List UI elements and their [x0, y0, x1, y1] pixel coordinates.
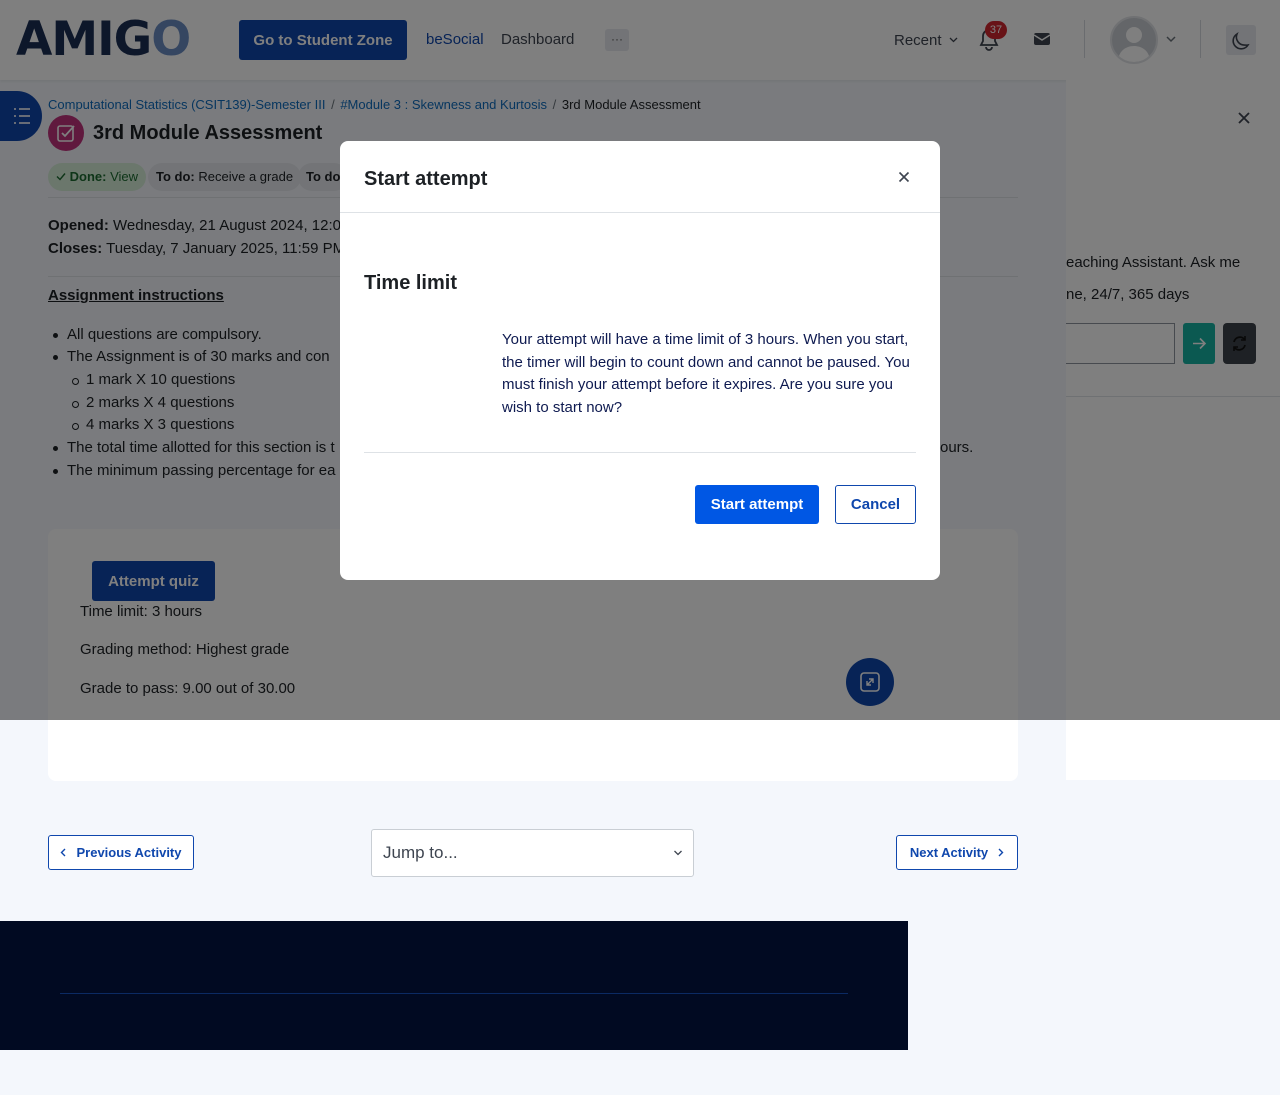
previous-activity-label: Previous Activity	[76, 845, 182, 860]
modal-header-divider	[340, 212, 940, 213]
modal-title: Start attempt	[364, 168, 488, 190]
next-activity-label: Next Activity	[909, 845, 989, 860]
chevron-left-icon	[60, 848, 66, 857]
modal-footer-divider	[364, 452, 916, 453]
modal-subtitle: Time limit	[364, 272, 457, 294]
page-footer	[0, 921, 908, 1050]
jump-to-placeholder: Jump to...	[383, 843, 458, 862]
footer-divider	[60, 993, 848, 994]
start-attempt-modal: Start attempt Time limit Your attempt wi…	[340, 141, 940, 580]
cancel-button[interactable]: Cancel	[835, 485, 916, 524]
close-icon[interactable]	[897, 170, 911, 184]
chevron-right-icon	[998, 848, 1004, 857]
next-activity-button[interactable]: Next Activity	[896, 835, 1018, 870]
previous-activity-button[interactable]: Previous Activity	[48, 835, 194, 870]
modal-message: Your attempt will have a time limit of 3…	[502, 331, 910, 416]
jump-to-select[interactable]: Jump to...	[371, 829, 694, 877]
chevron-down-icon	[674, 850, 682, 856]
start-attempt-button[interactable]: Start attempt	[695, 485, 819, 524]
